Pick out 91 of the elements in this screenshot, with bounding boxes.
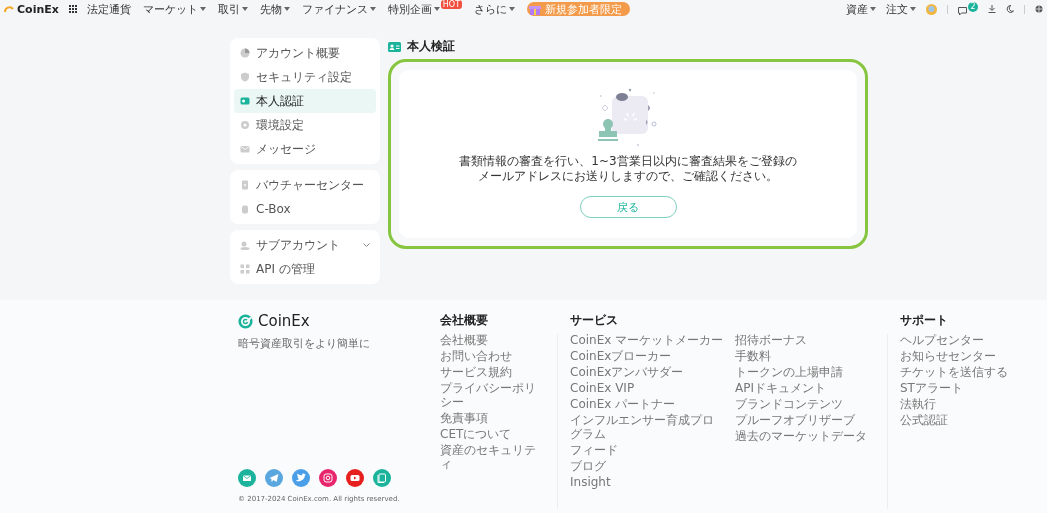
caret-icon (199, 7, 206, 11)
footer-link[interactable]: ブログ (570, 459, 725, 473)
download-icon[interactable] (988, 5, 996, 13)
sidebar-item[interactable]: バウチャーセンター (234, 173, 376, 197)
bird-icon[interactable] (292, 469, 310, 487)
people-icon (240, 240, 250, 250)
verification-message: 書類情報の審査を行い、1~3営業日以内に審査結果をご登録の メールアドレスにお送りしますので、ご確認ください。 (459, 154, 797, 184)
footer-link[interactable]: Insight (570, 475, 725, 489)
caret-icon (369, 7, 376, 11)
sidebar-item[interactable]: API の管理 (234, 257, 376, 281)
gear-icon (240, 120, 250, 130)
nav-item[interactable]: 法定通貨 (86, 1, 131, 17)
play-icon[interactable] (346, 469, 364, 487)
footer-link[interactable]: プルーフオブリザーブ (735, 413, 875, 427)
arc-icon (4, 5, 14, 13)
caret-icon (241, 7, 248, 11)
nav-item[interactable]: さらに (474, 1, 516, 17)
hot-badge: HOT (440, 0, 463, 9)
nav-item[interactable]: ファイナンス (301, 1, 376, 17)
footer-link[interactable]: 公式認証 (900, 413, 1010, 427)
footer-link[interactable]: チケットを送信する (900, 365, 1010, 379)
id-card-icon (240, 96, 250, 106)
sidebar-item[interactable]: 環境設定 (234, 113, 376, 137)
sidebar-item[interactable]: セキュリティ設定 (234, 65, 376, 89)
moon-icon[interactable] (1006, 5, 1014, 13)
caret-icon (870, 7, 876, 11)
footer-heading: サービス (570, 312, 619, 327)
nav-item[interactable]: 取引 (217, 1, 248, 17)
sidebar-item[interactable]: メッセージ (234, 137, 376, 161)
footer-link[interactable]: インフルエンサー育成プログラム (570, 413, 725, 441)
envelope-icon (240, 144, 250, 154)
footer-link[interactable]: CoinEx マーケットメーカー (570, 333, 725, 347)
footer-link[interactable]: サービス規約 (440, 365, 545, 379)
footer-link[interactable]: 会社概要 (440, 333, 545, 347)
caret-icon (283, 7, 290, 11)
footer-link[interactable]: お問い合わせ (440, 349, 545, 363)
sidebar-item[interactable]: C-Box (234, 197, 376, 221)
pie-icon (240, 48, 250, 58)
footer-link[interactable]: プライバシーポリシー (440, 381, 545, 409)
sidebar-item[interactable]: サブアカウント (234, 233, 376, 257)
footer-link[interactable]: CETについて (440, 427, 545, 441)
footer-link[interactable]: ブランドコンテンツ (735, 397, 875, 411)
chat-icon[interactable] (958, 7, 967, 15)
footer-link[interactable]: CoinExブローカー (570, 349, 725, 363)
page-title: 本人検証 (407, 38, 455, 55)
footer-link[interactable]: 法執行 (900, 397, 1010, 411)
footer-link[interactable]: CoinExアンバサダー (570, 365, 725, 379)
caret-icon (910, 7, 916, 11)
id-card-icon (388, 41, 401, 52)
nav-item[interactable]: マーケット (142, 1, 206, 17)
footer-link[interactable]: APIドキュメント (735, 381, 875, 395)
coin-logo-icon (238, 313, 253, 329)
footer-logo-text: CoinEx (258, 312, 310, 330)
footer-heading: サポート (900, 312, 949, 327)
chevron-down-icon[interactable] (363, 242, 370, 248)
footer-link[interactable]: CoinEx VIP (570, 381, 725, 395)
menu-item[interactable]: 注文 (886, 1, 916, 17)
camera-icon[interactable] (319, 469, 337, 487)
box-icon (240, 204, 250, 214)
grid-icon[interactable] (68, 5, 77, 13)
footer-link[interactable]: 手数料 (735, 349, 875, 363)
footer-link[interactable]: 資産のセキュリティ (440, 443, 545, 471)
caret-icon (509, 7, 516, 11)
footer-link[interactable]: 過去のマーケットデータ (735, 429, 875, 443)
sidebar-item[interactable]: アカウント概要 (234, 41, 376, 65)
grid-icon (240, 264, 250, 274)
back-button[interactable]: 戻る (579, 196, 677, 218)
footer-link[interactable]: CoinEx パートナー (570, 397, 725, 411)
telegram-icon[interactable] (265, 469, 283, 487)
logo-text: CoinEx (17, 2, 59, 16)
gift-icon (529, 3, 542, 15)
tagline: 暗号資産取引をより簡単に (238, 336, 371, 351)
footer-link[interactable]: 招待ボーナス (735, 333, 875, 347)
footer-link[interactable]: 免責事項 (440, 411, 545, 425)
ticket-icon (240, 180, 250, 190)
footer-link[interactable]: お知らせセンター (900, 349, 1010, 363)
shield-icon (240, 72, 250, 82)
sidebar-item[interactable]: 本人認証 (234, 89, 376, 113)
footer-link[interactable]: ヘルプセンター (900, 333, 1010, 347)
footer-heading: 会社概要 (440, 312, 489, 327)
mail-icon[interactable] (238, 469, 256, 487)
document-icon[interactable] (373, 469, 391, 487)
nav-item[interactable]: 特別企画 (387, 1, 440, 17)
footer-link[interactable]: フィード (570, 443, 725, 457)
menu-item[interactable]: 資産 (846, 1, 876, 17)
caret-icon (433, 7, 440, 11)
footer-link[interactable]: トークンの上場申請 (735, 365, 875, 379)
nav-item[interactable]: 先物 (259, 1, 290, 17)
globe-icon[interactable] (1035, 5, 1043, 13)
footer-link[interactable]: STアラート (900, 381, 1010, 395)
notification-badge: 2 (968, 2, 978, 12)
